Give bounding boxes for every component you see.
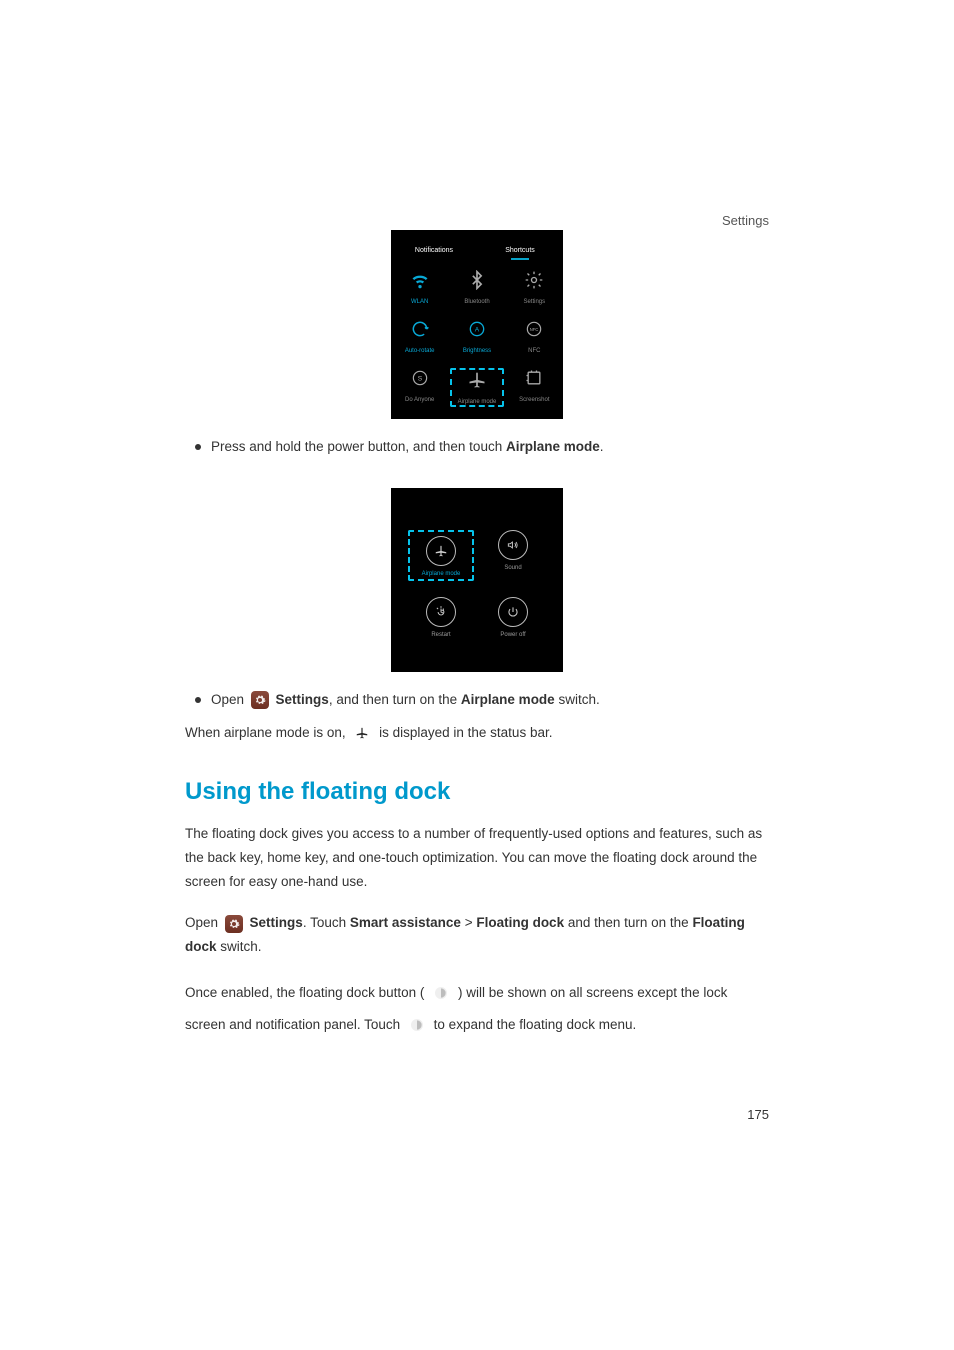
svg-text:NFC: NFC (530, 327, 539, 332)
floating-dock-intro: The floating dock gives you access to a … (185, 822, 769, 893)
svg-text:A: A (475, 327, 480, 334)
page-number: 175 (747, 1107, 769, 1122)
bullet-power-menu: Press and hold the power button, and the… (185, 437, 769, 458)
toggle-bluetooth[interactable]: Bluetooth (448, 262, 505, 311)
bullet-open-settings: Open Settings, and then turn on the Airp… (185, 690, 769, 711)
toggle-airplane[interactable]: Airplane mode (448, 360, 505, 413)
power-restart[interactable]: Restart (405, 591, 477, 648)
document-page: Settings Notifications Shortcuts WLAN (0, 0, 954, 1350)
toggle-settings[interactable]: Settings (506, 262, 563, 311)
gear-icon (524, 270, 544, 290)
rotate-icon (410, 319, 430, 339)
circle-s-icon: S (410, 368, 430, 388)
status-bar-note: When airplane mode is on, is displayed i… (185, 721, 769, 745)
toggle-do-anyone[interactable]: S Do Anyone (391, 360, 448, 413)
svg-text:S: S (417, 376, 422, 383)
bluetooth-icon (467, 270, 487, 290)
settings-app-icon (251, 691, 269, 709)
power-menu-panel: Airplane mode Sound Restart (391, 488, 563, 672)
header-section-label: Settings (722, 213, 769, 228)
airplane-icon (467, 370, 487, 390)
power-airplane[interactable]: Airplane mode (405, 524, 477, 591)
screenshot-icon (524, 368, 544, 388)
toggle-wifi[interactable]: WLAN (391, 262, 448, 311)
power-icon (498, 597, 528, 627)
toggle-screenshot[interactable]: Screenshot (506, 360, 563, 413)
figure-power-menu: Airplane mode Sound Restart (185, 488, 769, 672)
tab-shortcuts[interactable]: Shortcuts (477, 247, 563, 258)
settings-app-icon (225, 915, 243, 933)
airplane-icon (426, 536, 456, 566)
floating-dock-button-note: Once enabled, the floating dock button (… (185, 977, 769, 1042)
bullet-dot-icon (195, 444, 201, 450)
floating-dock-button-icon (430, 982, 452, 1004)
airplane-highlight: Airplane mode (450, 368, 503, 407)
toggle-brightness[interactable]: A Brightness (448, 311, 505, 360)
tab-notifications[interactable]: Notifications (391, 247, 477, 258)
brightness-icon: A (467, 319, 487, 339)
figure-shortcuts-panel: Notifications Shortcuts WLAN B (185, 230, 769, 419)
section-title: Using the floating dock (185, 778, 769, 806)
restart-icon (426, 597, 456, 627)
wifi-icon (410, 270, 430, 290)
nfc-icon: NFC (524, 319, 544, 339)
toggle-nfc[interactable]: NFC NFC (506, 311, 563, 360)
airplane-highlight-box: Airplane mode (408, 530, 475, 581)
shortcuts-panel: Notifications Shortcuts WLAN B (391, 230, 563, 419)
floating-dock-enable: Open Settings. Touch Smart assistance > … (185, 911, 769, 958)
toggle-autorotate[interactable]: Auto-rotate (391, 311, 448, 360)
power-sound[interactable]: Sound (477, 524, 549, 591)
power-off[interactable]: Power off (477, 591, 549, 648)
floating-dock-button-icon (406, 1014, 428, 1036)
airplane-status-icon (353, 724, 371, 742)
bullet-dot-icon (195, 697, 201, 703)
sound-icon (498, 530, 528, 560)
